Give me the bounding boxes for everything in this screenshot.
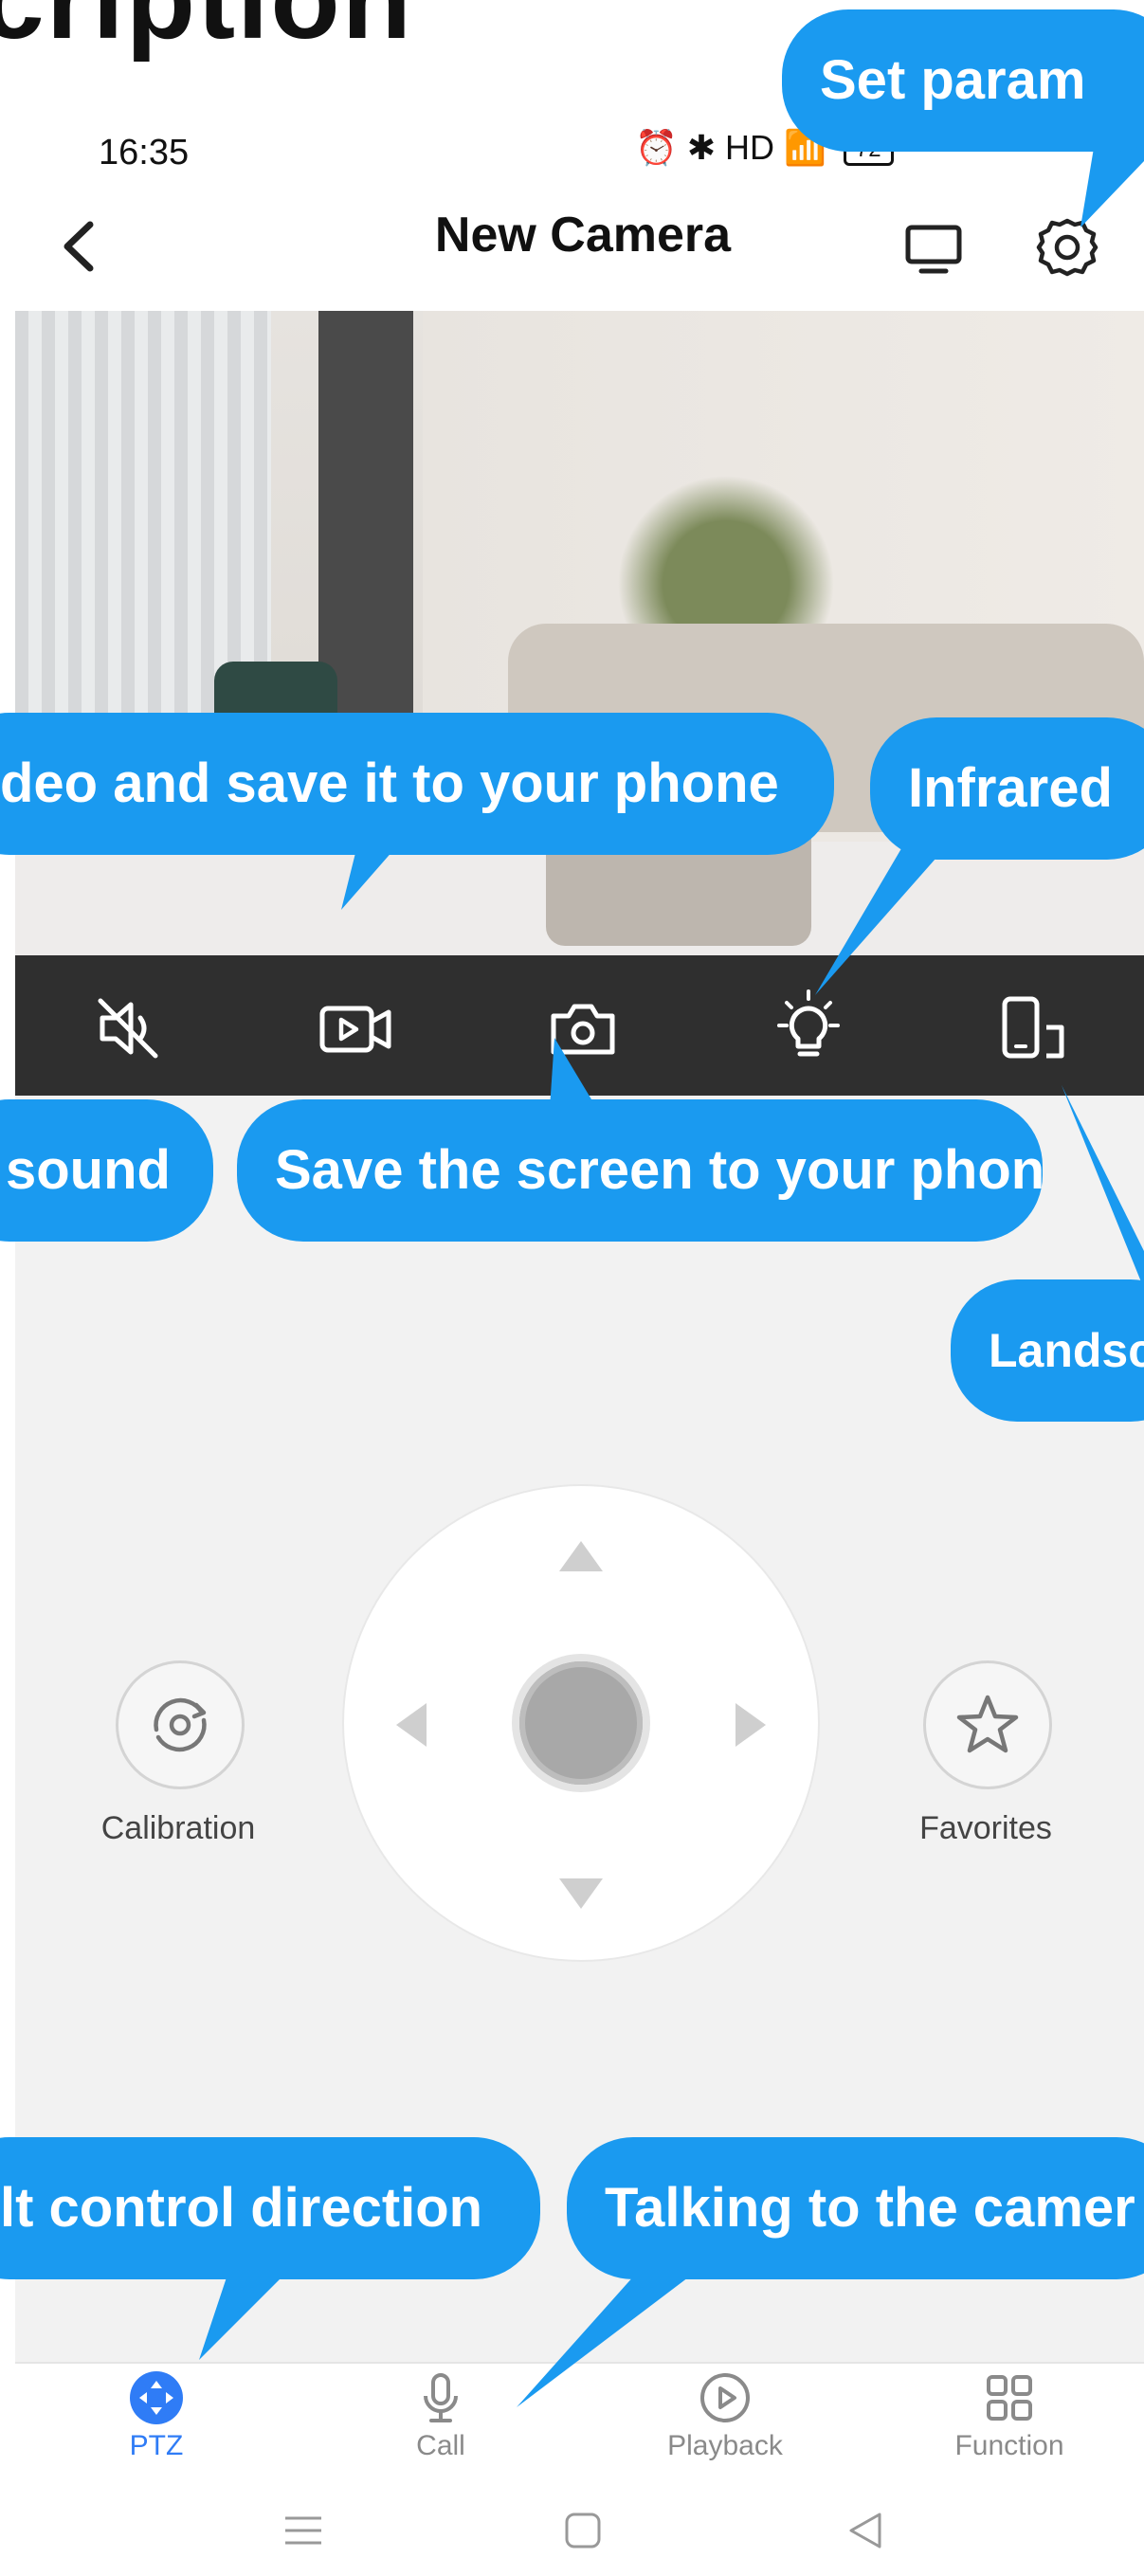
callout-control-direction: lt control direction [0, 2137, 540, 2279]
callout-landscape: Landsca [951, 1279, 1144, 1422]
pointer-direction [199, 2275, 284, 2360]
callout-talking: Talking to the camer [567, 2137, 1144, 2279]
pointer-talking [517, 2275, 692, 2407]
pointer-landscape [1062, 1085, 1144, 1289]
callout-sound: sound [0, 1099, 213, 1242]
callout-screenshot: Save the screen to your phone [237, 1099, 1043, 1242]
callout-infrared: Infrared [870, 717, 1144, 860]
pointer-screenshot [550, 1038, 597, 1109]
callout-set-params: Set param [782, 9, 1144, 152]
callout-record-video: deo and save it to your phone [0, 713, 834, 855]
